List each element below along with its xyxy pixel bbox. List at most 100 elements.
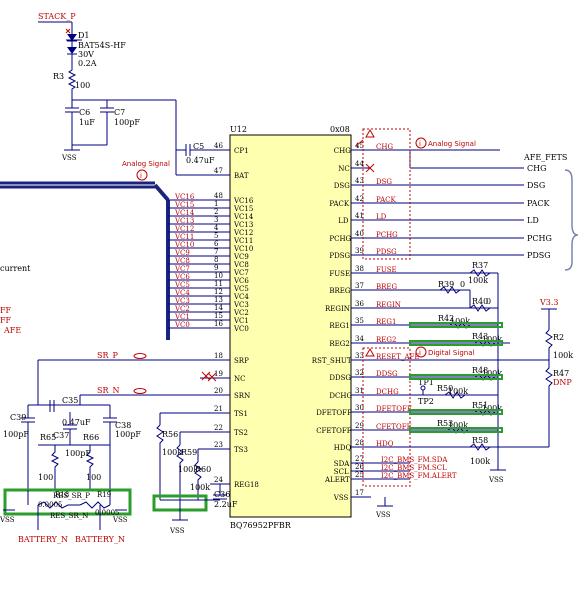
net-label-vc5: VC5 bbox=[174, 281, 190, 289]
pin-name-nc: NC bbox=[338, 165, 349, 173]
c6-ref: C6 bbox=[79, 108, 90, 117]
pin-name-reg18: REG18 bbox=[234, 481, 259, 489]
pin-number: 6 bbox=[214, 240, 219, 248]
right-net-labels: CHG DSG PACK LD PCHG PDSG FUSE BREG REGIN REG1 REG… bbox=[371, 143, 500, 480]
ic-u12: U12 0x08 BQ76952PFBR CP146BAT47VC1648VC1… bbox=[210, 125, 371, 530]
pin-name-breg: BREG bbox=[329, 287, 351, 295]
r58-value: 100k bbox=[470, 457, 490, 466]
r48-value: 100k bbox=[482, 369, 502, 378]
r47-ref: R47 bbox=[553, 369, 569, 378]
pin-name-ld: LD bbox=[338, 217, 349, 225]
pin-number: 10 bbox=[214, 272, 223, 280]
pin-number: 47 bbox=[214, 167, 223, 175]
resistor-icon bbox=[50, 445, 60, 490]
net-label-ddsg: DDSG bbox=[376, 370, 398, 378]
pin-name-alert: ALERT bbox=[324, 476, 350, 484]
r43-value: 100k bbox=[482, 335, 502, 344]
pin-number: 16 bbox=[214, 320, 223, 328]
net-label-vc4: VC4 bbox=[174, 289, 190, 297]
pin-number: 34 bbox=[355, 335, 364, 343]
pin-name-cp1: CP1 bbox=[234, 147, 249, 155]
net-label-ld: LD bbox=[376, 213, 387, 221]
r56-ref: R56 bbox=[162, 430, 178, 439]
edge-text: FF bbox=[0, 316, 12, 325]
pin-number: 4 bbox=[214, 224, 219, 232]
c36-ref: C36 bbox=[214, 490, 230, 499]
pin-name-vc11: VC11 bbox=[233, 237, 253, 245]
ic-ref: U12 bbox=[230, 125, 247, 134]
c38-value: 100pF bbox=[115, 430, 141, 439]
resistor-icon bbox=[67, 62, 77, 96]
c39-ref: C39 bbox=[10, 413, 26, 422]
net-label-vc12: VC12 bbox=[174, 225, 194, 233]
r65-ref: R65 bbox=[40, 433, 56, 442]
c35-ref: C35 bbox=[62, 396, 78, 405]
pin-name-dchg: DCHG bbox=[329, 392, 352, 400]
pin-number: 21 bbox=[214, 405, 223, 413]
pin-name-ts3: TS3 bbox=[234, 446, 248, 454]
afe-fets-label: AFE_FETS bbox=[523, 153, 567, 162]
net-label-vc9: VC9 bbox=[174, 249, 190, 257]
c7-value: 100pF bbox=[114, 118, 140, 127]
info-circle-icon bbox=[136, 169, 148, 181]
res-sr-n-label: RES_SR_N bbox=[50, 512, 88, 520]
r51-value: 100k bbox=[482, 404, 502, 413]
r37-ref: R37 bbox=[472, 261, 488, 270]
pin-number: 14 bbox=[214, 304, 223, 312]
pin-name-rst_shut: RST_SHUT bbox=[312, 357, 352, 365]
pin-name-vc16: VC16 bbox=[233, 197, 254, 205]
pin-number: 5 bbox=[214, 232, 218, 240]
resistor-network: R37 100k R39 0 R40 0 R42 100k R43 100k R… bbox=[375, 261, 573, 519]
pin-name-regin: REGIN bbox=[325, 305, 350, 313]
c37-value: 100pF bbox=[65, 449, 91, 458]
pin-number: 36 bbox=[355, 300, 364, 308]
net-label-sr-p: SR_P bbox=[97, 351, 119, 360]
vc-net-labels: VC16VC15VC14VC13VC12VC11VC10VC9VC8VC7VC6… bbox=[168, 193, 210, 329]
pin-name-vc6: VC6 bbox=[233, 277, 249, 285]
pin-name-vc4: VC4 bbox=[233, 293, 249, 301]
ic-address: 0x08 bbox=[330, 125, 350, 134]
vss-label: VSS bbox=[61, 154, 77, 162]
port-pchg: PCHG bbox=[527, 234, 552, 243]
pin-number: 35 bbox=[355, 317, 364, 325]
pin-name-nc: NC bbox=[234, 375, 245, 383]
r66-ref: R66 bbox=[83, 433, 99, 442]
pin-number: 17 bbox=[355, 489, 364, 497]
pin-name-vc10: VC10 bbox=[233, 245, 253, 253]
pin-number: 20 bbox=[214, 387, 223, 395]
net-label-vc16: VC16 bbox=[174, 193, 195, 201]
pin-name-ts2: TS2 bbox=[234, 429, 248, 437]
pin-number: 12 bbox=[214, 288, 223, 296]
c5-ref: C5 bbox=[193, 142, 204, 151]
net-label-stack-p: STACK_P bbox=[38, 12, 76, 21]
net-label-i2c-bms-fm-alert: I2C_BMS_FM.ALERT bbox=[381, 472, 457, 480]
net-label-vc0: VC0 bbox=[174, 321, 190, 329]
pin-name-dsg: DSG bbox=[334, 182, 350, 190]
tp2-label: TP2 bbox=[418, 397, 434, 406]
d1-part: BAT54S-HF bbox=[78, 41, 126, 50]
net-label-battery-n-2: BATTERY_N bbox=[75, 535, 125, 544]
net-label-vc1: VC1 bbox=[174, 313, 190, 321]
schematic-canvas: STACK_P D1 BAT54S-HF 30V 0.2A R3 100 C6 … bbox=[0, 12, 579, 544]
pin-name-vss: VSS bbox=[333, 494, 349, 502]
pin-name-vc15: VC15 bbox=[233, 205, 253, 213]
net-label-dsg: DSG bbox=[376, 178, 392, 186]
vc-bus: VC16VC15VC14VC13VC12VC11VC10VC9VC8VC7VC6… bbox=[0, 181, 210, 340]
port-pack: PACK bbox=[527, 199, 551, 208]
net-label-dfetoff: DFETOFF bbox=[376, 405, 412, 413]
info-circle-icon bbox=[415, 346, 427, 358]
resistor-icon bbox=[79, 501, 111, 509]
pin-name-hdq: HDQ bbox=[334, 444, 352, 452]
pin-name-pdsg: PDSG bbox=[329, 252, 350, 260]
pin-name-reg2: REG2 bbox=[329, 340, 349, 348]
pin-name-vc2: VC2 bbox=[233, 309, 249, 317]
pin-number: 18 bbox=[214, 352, 223, 360]
pin-name-srn: SRN bbox=[234, 392, 250, 400]
c36-value: 2.2uF bbox=[214, 500, 238, 509]
d1-current: 0.2A bbox=[78, 59, 97, 68]
net-label-vc3: VC3 bbox=[174, 297, 190, 305]
net-label-pchg: PCHG bbox=[376, 231, 398, 239]
c6-value: 1uF bbox=[79, 118, 95, 127]
pin-number: 15 bbox=[214, 312, 223, 320]
pin-name-reg1: REG1 bbox=[329, 322, 349, 330]
